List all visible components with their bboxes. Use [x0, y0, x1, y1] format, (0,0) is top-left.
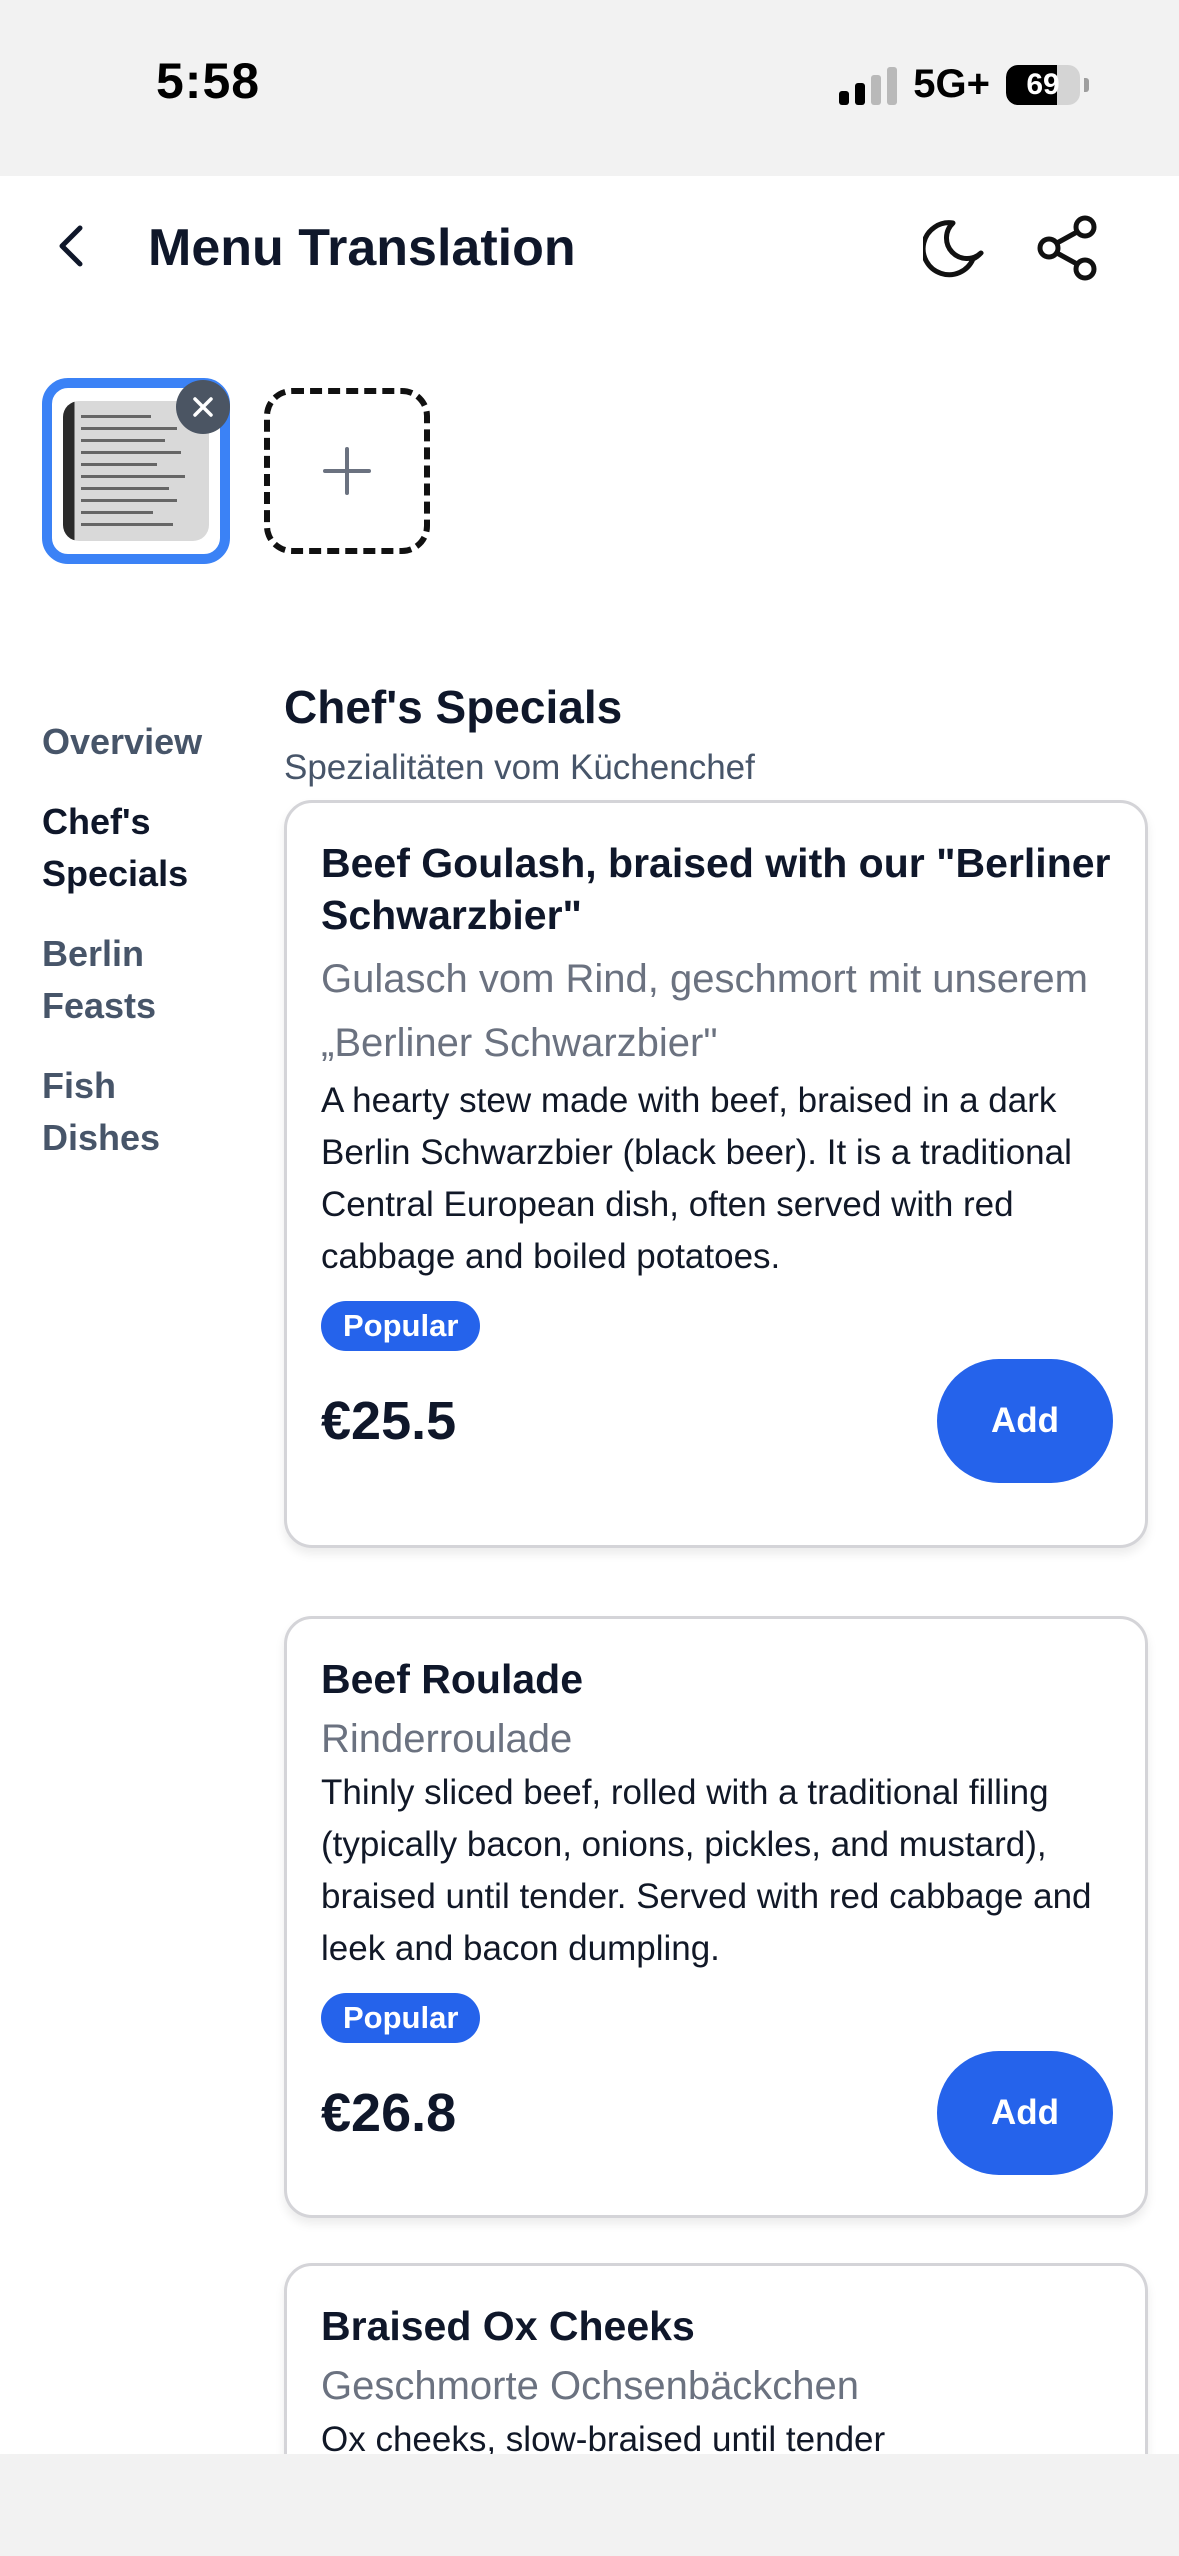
dish-name: Beef Roulade — [321, 1656, 583, 1702]
dish-name: Beef Goulash, braised with our "Berliner… — [321, 840, 1111, 938]
chevron-left-icon — [59, 225, 83, 267]
theme-toggle-button[interactable] — [918, 210, 994, 286]
status-bar: 5:58 5G+ 69 — [0, 0, 1179, 176]
dish-price: €26.8 — [321, 2083, 457, 2143]
section-title: Chef's Specials — [284, 681, 623, 733]
add-button[interactable]: Add — [937, 1359, 1113, 1483]
dish-price: €25.5 — [321, 1391, 457, 1451]
add-photo-button[interactable] — [264, 388, 430, 554]
header: Menu Translation — [0, 176, 1179, 316]
dish-name: Braised Ox Cheeks — [321, 2303, 695, 2349]
dish-original-name: Geschmorte Ochsenbäckchen — [321, 2364, 860, 2408]
price-row: €26.8 Add — [321, 2051, 1113, 2175]
app-screen: Menu Translation Overview Chef's Special… — [0, 176, 1179, 2454]
page-title: Menu Translation — [148, 219, 576, 277]
sidebar-item-fish-dishes[interactable]: Fish Dishes — [42, 1060, 172, 1164]
remove-photo-button[interactable] — [176, 380, 230, 434]
dish-description: Ox cheeks, slow-braised until tender — [321, 2420, 886, 2454]
dish-card: Beef Roulade Rinderroulade Thinly sliced… — [284, 1616, 1148, 2218]
dish-card: Beef Goulash, braised with our "Berliner… — [284, 800, 1148, 1548]
signal-icon — [839, 65, 898, 105]
status-time: 5:58 — [156, 53, 261, 109]
popular-badge: Popular — [321, 1301, 481, 1351]
bottom-safe-area — [0, 2454, 1179, 2556]
price-row: €25.5 Add — [321, 1359, 1113, 1483]
sidebar-item-overview[interactable]: Overview — [42, 716, 262, 768]
network-label: 5G+ — [913, 62, 990, 106]
share-button[interactable] — [1030, 210, 1106, 286]
sidebar-item-berlin-feasts[interactable]: Berlin Feasts — [42, 928, 192, 1032]
close-icon — [193, 397, 213, 417]
battery-cap — [1084, 77, 1089, 92]
dish-original-name: Gulasch vom Rind, geschmort mit unserem … — [321, 957, 1088, 1065]
plus-icon — [323, 447, 371, 495]
share-icon — [1037, 215, 1097, 281]
sidebar-item-chefs-specials[interactable]: Chef's Specials — [42, 796, 212, 900]
battery-percent: 69 — [1026, 67, 1060, 101]
section-subtitle: Spezialitäten vom Küchenchef — [284, 748, 755, 787]
dish-card: Braised Ox Cheeks Geschmorte Ochsenbäckc… — [284, 2263, 1148, 2454]
category-sidebar: Overview Chef's Specials Berlin Feasts F… — [42, 716, 262, 1192]
back-button[interactable] — [40, 216, 100, 276]
dish-description: Thinly sliced beef, rolled with a tradit… — [321, 1773, 1092, 1968]
moon-icon — [923, 220, 984, 278]
battery-icon: 69 — [1006, 64, 1080, 105]
status-indicators: 5G+ 69 — [839, 62, 1089, 107]
dish-description: A hearty stew made with beef, braised in… — [321, 1081, 1072, 1276]
dish-original-name: Rinderroulade — [321, 1717, 573, 1761]
popular-badge: Popular — [321, 1993, 481, 2043]
add-button[interactable]: Add — [937, 2051, 1113, 2175]
